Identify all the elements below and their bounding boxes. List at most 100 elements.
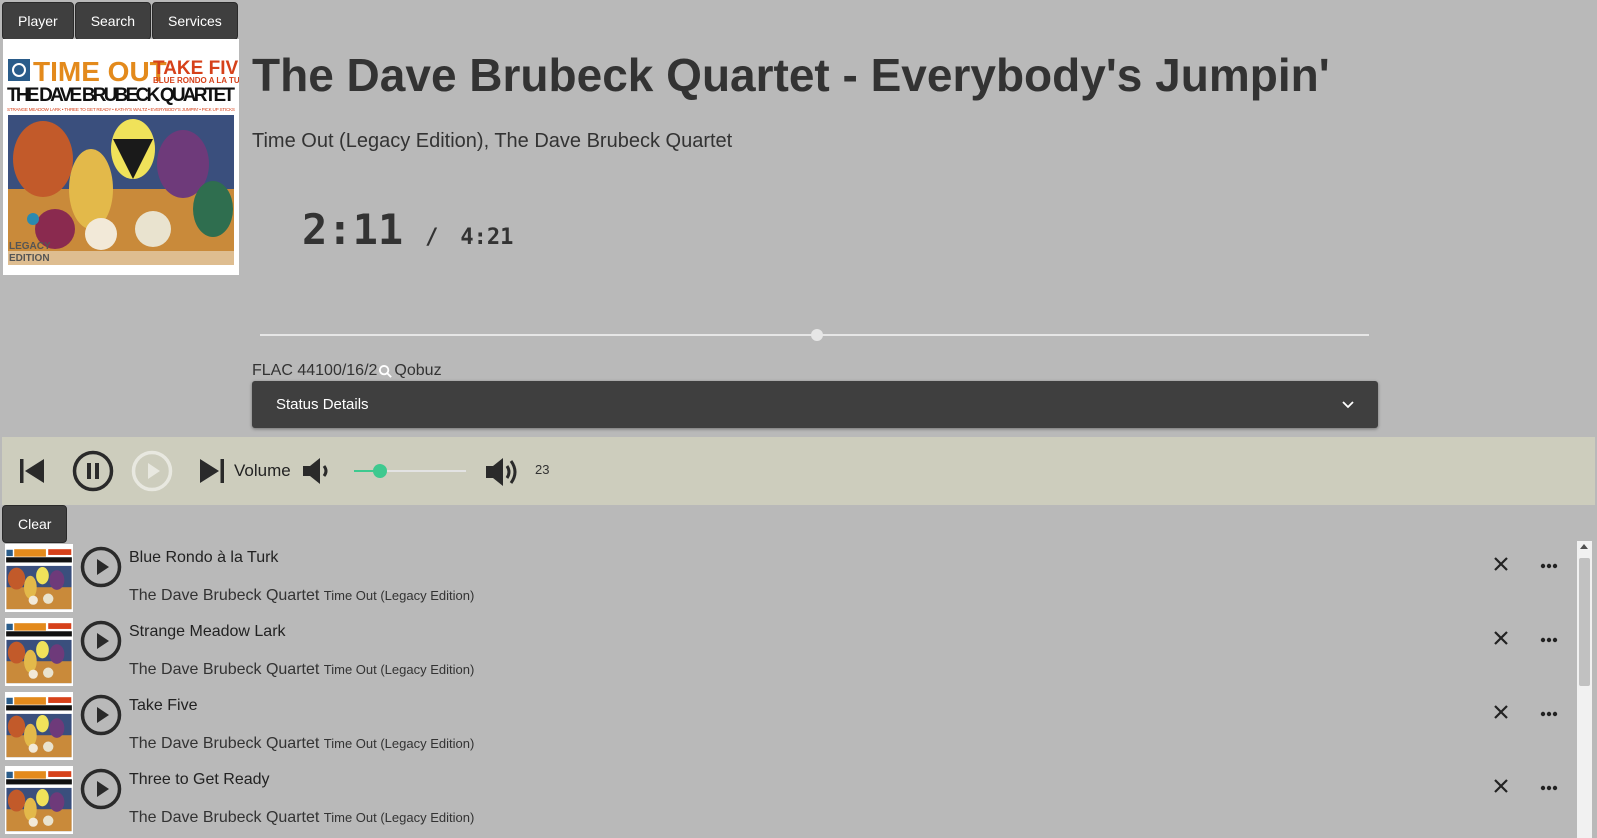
queue-item-album: Time Out (Legacy Edition)	[323, 588, 475, 603]
more-horizontal-icon	[1540, 637, 1558, 643]
volume-value: 23	[535, 462, 550, 477]
clear-queue-button[interactable]: Clear	[2, 505, 68, 543]
tab-player[interactable]: Player	[2, 2, 74, 40]
album-thumbnail-art	[5, 766, 73, 834]
scrollbar-thumb[interactable]	[1579, 558, 1590, 686]
queue-item-album: Time Out (Legacy Edition)	[323, 662, 475, 677]
play-icon	[131, 450, 173, 492]
queue-item-remove-button[interactable]	[1493, 630, 1509, 651]
queue-item-play-button[interactable]	[80, 620, 122, 667]
close-icon	[1494, 631, 1508, 645]
time-display: 2:11 / 4:21	[302, 205, 513, 254]
queue-item-meta: The Dave Brubeck Quartet Time Out (Legac…	[129, 587, 474, 605]
cover-heading: TIME OUT	[33, 56, 167, 87]
close-icon	[1494, 705, 1508, 719]
now-playing-title: The Dave Brubeck Quartet - Everybody's J…	[252, 49, 1330, 101]
total-time: 4:21	[460, 225, 514, 250]
cover-edition-line2: EDITION	[9, 253, 50, 264]
queue-item-title: Strange Meadow Lark	[129, 623, 286, 640]
volume-label: Volume	[234, 461, 291, 480]
status-details-toggle[interactable]: Status Details	[252, 381, 1378, 428]
previous-button[interactable]	[18, 457, 46, 485]
queue-item-thumbnail	[5, 692, 73, 760]
skip-previous-icon	[20, 459, 44, 483]
queue-item[interactable]: Strange Meadow Lark The Dave Brubeck Quar…	[0, 615, 1575, 690]
volume-up-button[interactable]	[484, 453, 522, 491]
queue-item-thumbnail	[5, 618, 73, 686]
queue-item-play-button[interactable]	[80, 768, 122, 815]
queue-item-artist: The Dave Brubeck Quartet	[129, 587, 320, 604]
more-horizontal-icon	[1540, 785, 1558, 791]
cover-tracks: STRANGE MEADOW LARK • THREE TO GET READY…	[7, 107, 235, 112]
album-thumbnail-art	[5, 544, 73, 612]
more-horizontal-icon	[1540, 563, 1558, 569]
queue-item-remove-button[interactable]	[1493, 556, 1509, 577]
service-name: Qobuz	[394, 362, 442, 379]
queue-item-remove-button[interactable]	[1493, 704, 1509, 725]
elapsed-time: 2:11	[302, 205, 404, 254]
queue-item[interactable]: Blue Rondo à la Turk The Dave Brubeck Qua…	[0, 541, 1575, 616]
pause-icon	[72, 450, 114, 492]
playback-controls: Volume 23	[2, 437, 1595, 505]
search-icon[interactable]	[378, 364, 393, 379]
play-button[interactable]	[131, 450, 173, 492]
queue-item-meta: The Dave Brubeck Quartet Time Out (Legac…	[129, 809, 474, 827]
queue-item-more-button[interactable]	[1540, 704, 1558, 722]
queue-item-meta: The Dave Brubeck Quartet Time Out (Legac…	[129, 735, 474, 753]
more-horizontal-icon	[1540, 711, 1558, 717]
album-cover-art: TIME OUT TAKE FIVE BLUE RONDO A LA TURK …	[3, 39, 239, 275]
skip-next-icon	[200, 459, 224, 483]
close-icon	[1494, 779, 1508, 793]
album-cover: TIME OUT TAKE FIVE BLUE RONDO A LA TURK …	[3, 39, 239, 275]
queue-scrollbar[interactable]	[1577, 541, 1592, 838]
pause-button[interactable]	[72, 450, 114, 492]
close-icon	[1494, 557, 1508, 571]
album-thumbnail-art	[5, 692, 73, 760]
seek-bar[interactable]	[260, 329, 1369, 341]
queue-item-album: Time Out (Legacy Edition)	[323, 810, 475, 825]
cover-band: THE DAVE BRUBECK QUARTET	[7, 85, 235, 106]
queue-item-more-button[interactable]	[1540, 556, 1558, 574]
tab-search[interactable]: Search	[74, 2, 152, 40]
queue-item-meta: The Dave Brubeck Quartet Time Out (Legac…	[129, 661, 474, 679]
cover-heading3: BLUE RONDO A LA TURK	[153, 76, 239, 85]
queue-item-more-button[interactable]	[1540, 630, 1558, 648]
play-icon	[80, 620, 122, 662]
queue-item-artist: The Dave Brubeck Quartet	[129, 735, 320, 752]
queue-item-title: Take Five	[129, 697, 198, 714]
nav-tabs: Player Search Services	[2, 2, 238, 40]
queue-item-more-button[interactable]	[1540, 778, 1558, 796]
play-icon	[80, 694, 122, 736]
queue-item-thumbnail	[5, 766, 73, 834]
queue-item-play-button[interactable]	[80, 694, 122, 741]
volume-high-icon	[486, 458, 517, 486]
queue-item-artist: The Dave Brubeck Quartet	[129, 809, 320, 826]
queue-item-title: Three to Get Ready	[129, 771, 270, 788]
volume-down-button[interactable]	[301, 455, 333, 487]
tab-services[interactable]: Services	[152, 2, 238, 40]
seek-handle[interactable]	[810, 329, 823, 341]
queue-item[interactable]: Three to Get Ready The Dave Brubeck Quart…	[0, 763, 1575, 838]
time-separator: /	[425, 225, 439, 250]
queue-item-artist: The Dave Brubeck Quartet	[129, 661, 320, 678]
now-playing-subtitle: Time Out (Legacy Edition), The Dave Brub…	[252, 130, 733, 152]
volume-low-icon	[303, 458, 328, 484]
cover-edition-line1: LEGACY	[9, 241, 51, 252]
scroll-up-arrow-icon[interactable]	[1580, 544, 1588, 549]
queue-item-remove-button[interactable]	[1493, 778, 1509, 799]
queue-list: Blue Rondo à la Turk The Dave Brubeck Qua…	[0, 541, 1597, 838]
volume-slider-handle[interactable]	[372, 464, 387, 478]
chevron-down-icon	[1342, 400, 1354, 408]
queue-item-title: Blue Rondo à la Turk	[129, 549, 279, 566]
queue-item-play-button[interactable]	[80, 546, 122, 593]
play-icon	[80, 768, 122, 810]
album-thumbnail-art	[5, 618, 73, 686]
queue-item-thumbnail	[5, 544, 73, 612]
volume-slider[interactable]	[354, 464, 466, 478]
queue-item-album: Time Out (Legacy Edition)	[323, 736, 475, 751]
status-details-label: Status Details	[276, 396, 369, 413]
play-icon	[80, 546, 122, 588]
audio-format: FLAC 44100/16/2	[252, 362, 378, 379]
next-button[interactable]	[198, 457, 226, 485]
queue-item[interactable]: Take Five The Dave Brubeck Quartet Time O…	[0, 689, 1575, 764]
